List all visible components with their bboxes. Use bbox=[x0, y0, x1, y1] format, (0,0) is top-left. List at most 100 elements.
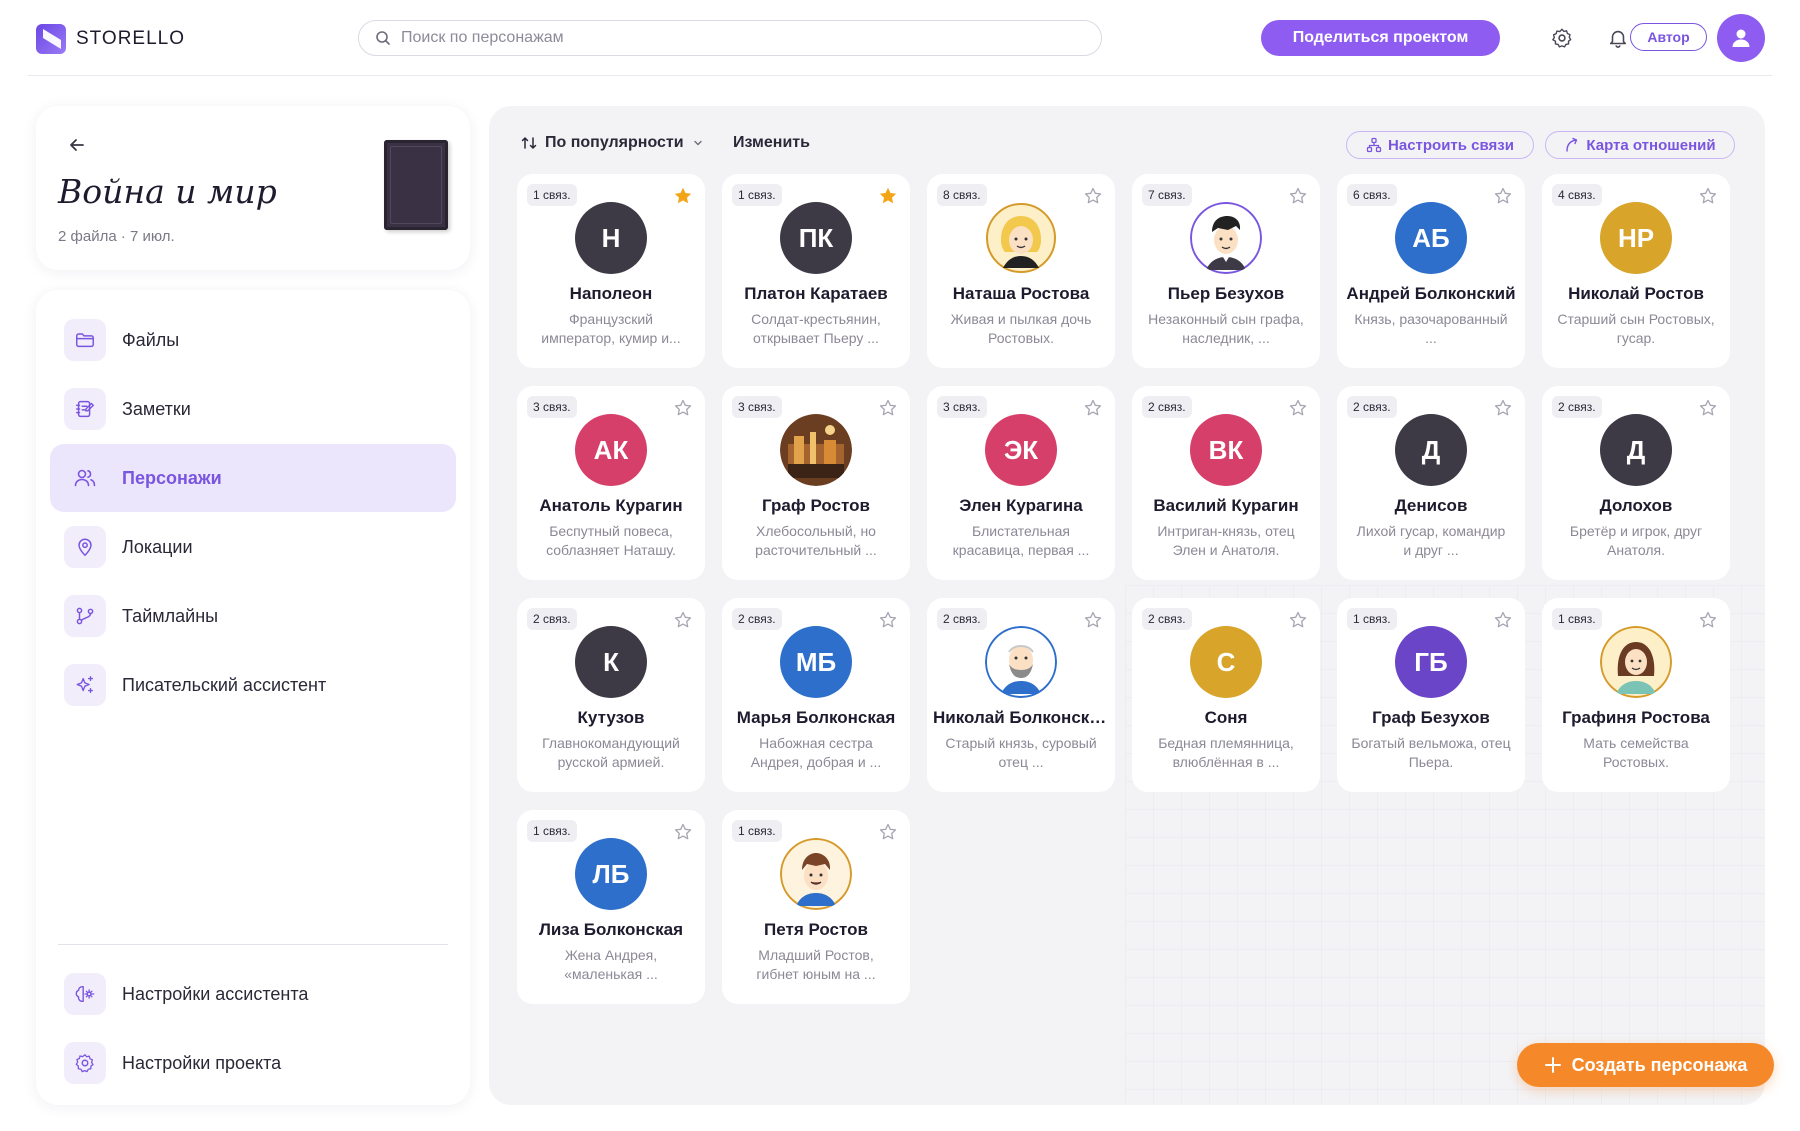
configure-links-button[interactable]: Настроить связи bbox=[1346, 131, 1534, 159]
character-card[interactable]: 7 связ. Пьер Безухов Незаконный сын графа,… bbox=[1132, 174, 1320, 368]
character-name: Денисов bbox=[1394, 496, 1468, 515]
sort-label: По популярности bbox=[545, 134, 684, 151]
sidebar-item-writing-assistant[interactable]: Писательский ассистент bbox=[50, 651, 456, 719]
star-outline-icon[interactable] bbox=[878, 822, 898, 842]
notes-icon bbox=[64, 388, 106, 430]
search-box[interactable] bbox=[358, 20, 1102, 56]
sidebar-divider bbox=[58, 944, 448, 945]
character-card[interactable]: 2 связ. ВК Василий Курагин Интриган-князь, … bbox=[1132, 386, 1320, 580]
sidebar-item-notes[interactable]: Заметки bbox=[50, 375, 456, 443]
character-avatar: ПК bbox=[780, 202, 852, 274]
relations-map-button[interactable]: Карта отношений bbox=[1545, 131, 1735, 159]
star-outline-icon[interactable] bbox=[878, 610, 898, 630]
star-outline-icon[interactable] bbox=[1083, 610, 1103, 630]
star-outline-icon[interactable] bbox=[1083, 186, 1103, 206]
links-count-badge: 8 связ. bbox=[937, 184, 987, 206]
star-outline-icon[interactable] bbox=[878, 398, 898, 418]
create-character-button[interactable]: Создать персонажа bbox=[1517, 1043, 1774, 1087]
character-card[interactable]: 3 связ. АК Анатоль Курагин Беспутный повеса… bbox=[517, 386, 705, 580]
character-portrait bbox=[985, 202, 1057, 274]
gear-icon bbox=[1552, 28, 1572, 48]
star-filled-icon[interactable] bbox=[878, 186, 898, 206]
curve-arrow-icon bbox=[1566, 137, 1578, 152]
star-outline-icon[interactable] bbox=[1083, 398, 1103, 418]
star-outline-icon[interactable] bbox=[1288, 610, 1308, 630]
assistant-settings-icon bbox=[64, 973, 106, 1015]
links-count-badge: 2 связ. bbox=[1347, 396, 1397, 418]
character-card[interactable]: 2 связ. Д Долохов Бретёр и игрок, друг Анат… bbox=[1542, 386, 1730, 580]
character-card[interactable]: 6 связ. АБ Андрей Болконский Князь, разочар… bbox=[1337, 174, 1525, 368]
sidebar-item-label: Писательский ассистент bbox=[122, 674, 327, 695]
character-name: Петя Ростов bbox=[764, 920, 868, 939]
character-name: Лиза Болконская bbox=[538, 920, 684, 939]
sidebar-item-label: Настройки ассистента bbox=[122, 983, 309, 1004]
sidebar-item-label: Таймлайны bbox=[122, 605, 219, 626]
arrow-left-icon bbox=[70, 139, 84, 151]
character-card[interactable]: 1 связ. Графиня Ростова Мать семейства Рос… bbox=[1542, 598, 1730, 792]
character-portrait bbox=[780, 414, 852, 486]
star-outline-icon[interactable] bbox=[1698, 610, 1718, 630]
character-description: Бретёр и игрок, друг Анатоля. bbox=[1569, 523, 1703, 558]
book-cover bbox=[384, 140, 448, 230]
sidebar-item-label: Настройки проекта bbox=[122, 1052, 282, 1073]
user-avatar[interactable] bbox=[1717, 14, 1765, 62]
sidebar-item-project-settings[interactable]: Настройки проекта bbox=[50, 1029, 456, 1097]
relations-map-label: Карта отношений bbox=[1586, 136, 1716, 154]
character-description: Младший Ростов, гибнет юным на ... bbox=[756, 947, 876, 982]
character-card[interactable]: 2 связ. Николай Болконский Старый князь, с… bbox=[927, 598, 1115, 792]
app-name: STORELLO bbox=[76, 28, 186, 49]
character-avatar: НР bbox=[1600, 202, 1672, 274]
character-avatar: Н bbox=[575, 202, 647, 274]
character-card[interactable]: 3 связ. ЭК Элен Курагина Блистательная крас… bbox=[927, 386, 1115, 580]
character-card[interactable]: 4 связ. НР Николай Ростов Старший сын Росто… bbox=[1542, 174, 1730, 368]
star-outline-icon[interactable] bbox=[1493, 398, 1513, 418]
character-description: Солдат-крестьянин, открывает Пьеру ... bbox=[751, 311, 881, 346]
character-description: Набожная сестра Андрея, добрая и ... bbox=[750, 735, 882, 770]
star-outline-icon[interactable] bbox=[1493, 186, 1513, 206]
share-project-button[interactable]: Поделиться проектом bbox=[1261, 20, 1500, 56]
character-card[interactable]: 1 связ. ЛБ Лиза Болконская Жена Андрея, «ма… bbox=[517, 810, 705, 1004]
character-card[interactable]: 2 связ. Д Денисов Лихой гусар, командир и д… bbox=[1337, 386, 1525, 580]
back-button[interactable] bbox=[60, 128, 94, 162]
sidebar-item-characters[interactable]: Персонажи bbox=[50, 444, 456, 512]
character-description: Блистательная красавица, первая ... bbox=[952, 523, 1090, 558]
star-outline-icon[interactable] bbox=[673, 822, 693, 842]
settings-button[interactable] bbox=[1540, 16, 1584, 60]
sidebar-item-timelines[interactable]: Таймлайны bbox=[50, 582, 456, 650]
links-count-badge: 1 связ. bbox=[1347, 608, 1397, 630]
sort-dropdown[interactable]: По популярности bbox=[521, 134, 704, 152]
star-outline-icon[interactable] bbox=[673, 610, 693, 630]
sidebar-item-assistant-settings[interactable]: Настройки ассистента bbox=[50, 960, 456, 1028]
character-description: Незаконный сын графа, наследник, ... bbox=[1148, 311, 1304, 346]
star-outline-icon[interactable] bbox=[1698, 186, 1718, 206]
character-card[interactable]: 1 связ. ГБ Граф Безухов Богатый вельможа, о… bbox=[1337, 598, 1525, 792]
star-outline-icon[interactable] bbox=[673, 398, 693, 418]
links-count-badge: 1 связ. bbox=[732, 820, 782, 842]
character-description: Лихой гусар, командир и друг ... bbox=[1356, 523, 1506, 558]
star-outline-icon[interactable] bbox=[1698, 398, 1718, 418]
edit-button[interactable]: Изменить bbox=[733, 134, 810, 152]
star-outline-icon[interactable] bbox=[1288, 398, 1308, 418]
sidebar-item-locations[interactable]: Локации bbox=[50, 513, 456, 581]
character-card[interactable]: 1 связ. Н Наполеон Французский император, к… bbox=[517, 174, 705, 368]
character-card[interactable]: 1 связ. Петя Ростов Младший Ростов, гибнет… bbox=[722, 810, 910, 1004]
character-avatar: ЛБ bbox=[575, 838, 647, 910]
star-outline-icon[interactable] bbox=[1288, 186, 1308, 206]
character-card[interactable]: 2 связ. С Соня Бедная племянница, влюблённа… bbox=[1132, 598, 1320, 792]
star-filled-icon[interactable] bbox=[673, 186, 693, 206]
character-portrait bbox=[780, 838, 852, 910]
character-card[interactable]: 2 связ. К Кутузов Главнокомандующий русской… bbox=[517, 598, 705, 792]
character-description: Интриган-князь, отец Элен и Анатоля. bbox=[1157, 523, 1295, 558]
character-card[interactable]: 1 связ. ПК Платон Каратаев Солдат-крестьяни… bbox=[722, 174, 910, 368]
character-name: Долохов bbox=[1599, 496, 1673, 515]
user-icon bbox=[1732, 29, 1750, 47]
links-count-badge: 2 связ. bbox=[1142, 396, 1192, 418]
character-card[interactable]: 8 связ. Наташа Ростова Живая и пылкая дочь… bbox=[927, 174, 1115, 368]
star-outline-icon[interactable] bbox=[1493, 610, 1513, 630]
character-card[interactable]: 3 связ. Граф Ростов Хлебосольный, но расто… bbox=[722, 386, 910, 580]
character-card[interactable]: 2 связ. МБ Марья Болконская Набожная сестра… bbox=[722, 598, 910, 792]
app-logo[interactable]: STORELLO bbox=[36, 24, 185, 54]
search-input[interactable] bbox=[401, 29, 1061, 47]
role-badge[interactable]: Автор bbox=[1630, 23, 1707, 51]
sidebar-item-files[interactable]: Файлы bbox=[50, 306, 456, 374]
